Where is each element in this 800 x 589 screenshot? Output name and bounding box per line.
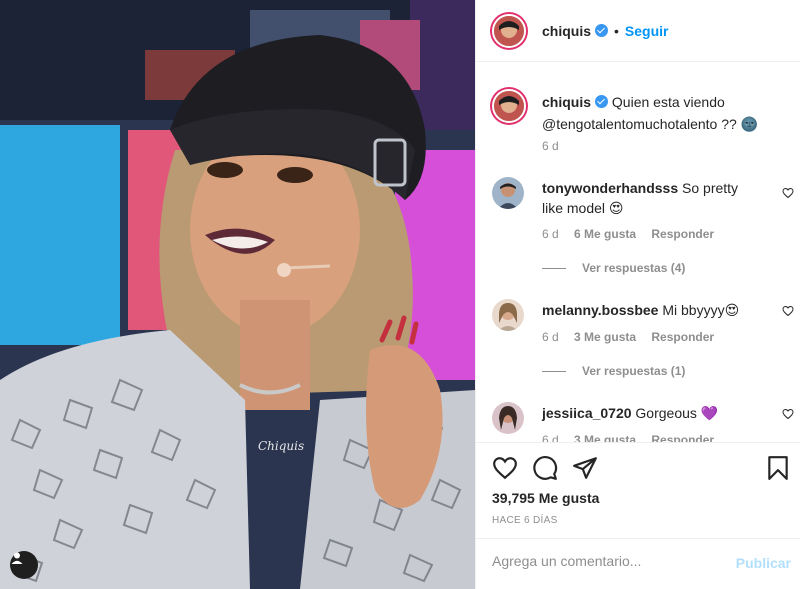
svg-text:Chiquis: Chiquis — [258, 439, 304, 453]
caption-time[interactable]: 6 d — [542, 139, 559, 153]
add-comment-bar: Publicar — [476, 538, 800, 589]
comment-time[interactable]: 6 d — [542, 227, 559, 241]
view-replies-button[interactable]: Ver respuestas (4) — [542, 261, 685, 275]
view-replies-label: Ver respuestas (4) — [582, 261, 686, 275]
heart-icon[interactable] — [492, 455, 518, 481]
caption-avatar-image — [492, 89, 526, 123]
comment-time[interactable]: 6 d — [542, 330, 559, 344]
comment-body: Gorgeous 💜 — [635, 405, 719, 421]
action-icons — [492, 455, 598, 481]
post-actions: 39,795 Me gusta HACE 6 DÍAS — [476, 442, 800, 546]
post-side-panel: chiquis • Seguir chiquis Quien esta vien… — [475, 0, 800, 589]
caption-suffix: ?? 🌚 — [721, 116, 759, 132]
post-timestamp[interactable]: HACE 6 DÍAS — [492, 515, 558, 526]
likes-count[interactable]: 39,795 Me gusta — [492, 490, 599, 506]
comment-username[interactable]: jessiica_0720 — [542, 405, 632, 421]
comment-text: jessiica_0720 Gorgeous 💜 — [542, 403, 762, 423]
separator-dot: • — [614, 22, 619, 39]
publish-button[interactable]: Publicar — [736, 555, 791, 571]
comment-like-heart-icon[interactable] — [782, 407, 794, 423]
comment-likes[interactable]: 3 Me gusta — [574, 433, 636, 442]
share-icon[interactable] — [572, 455, 598, 481]
comment-meta: 6 d 3 Me gusta Responder — [542, 330, 726, 344]
follow-button[interactable]: Seguir — [625, 23, 669, 39]
comment-text: tonywonderhandsss So pretty like model 😍 — [542, 178, 762, 218]
author-username[interactable]: chiquis — [542, 23, 591, 39]
caption-body: Quien esta viendo — [611, 94, 725, 110]
author-avatar-image — [492, 13, 526, 48]
caption-username[interactable]: chiquis — [542, 94, 591, 110]
photo-illustration: Chiquis — [0, 0, 475, 589]
verified-badge-icon — [595, 24, 609, 37]
reply-button[interactable]: Responder — [651, 433, 714, 442]
comment-meta: 6 d 6 Me gusta Responder — [542, 227, 726, 241]
comment-username[interactable]: tonywonderhandsss — [542, 180, 678, 196]
caption-avatar[interactable] — [490, 87, 528, 125]
reply-button[interactable]: Responder — [651, 330, 714, 344]
comment-time[interactable]: 6 d — [542, 433, 559, 442]
view-replies-label: Ver respuestas (1) — [582, 364, 686, 378]
post-header: chiquis • Seguir — [476, 0, 800, 62]
comment-text: melanny.bossbee Mi bbyyyy😍 — [542, 300, 762, 320]
commenter-avatar[interactable] — [492, 402, 524, 434]
caption-mention[interactable]: @tengotalentomuchotalento — [542, 116, 717, 132]
post-photo[interactable]: Chiquis — [0, 0, 475, 589]
user-tag-icon[interactable] — [10, 551, 38, 579]
replies-divider — [542, 370, 566, 372]
comment-like-heart-icon[interactable] — [782, 186, 794, 202]
reply-button[interactable]: Responder — [651, 227, 714, 241]
commenter-avatar[interactable] — [492, 177, 524, 209]
comments-section[interactable]: chiquis Quien esta viendo @tengotalentom… — [476, 63, 800, 442]
commenter-avatar[interactable] — [492, 299, 524, 331]
instagram-post-view: Chiquis chiquis • Seguir chiquis Quien e… — [0, 0, 800, 589]
comment-input[interactable] — [492, 553, 722, 569]
verified-badge-icon — [595, 95, 609, 108]
comment-icon[interactable] — [532, 455, 558, 481]
comment-likes[interactable]: 3 Me gusta — [574, 330, 636, 344]
comment-likes[interactable]: 6 Me gusta — [574, 227, 636, 241]
bookmark-icon[interactable] — [765, 455, 791, 481]
replies-divider — [542, 267, 566, 269]
comment-body: Mi bbyyyy😍 — [662, 302, 740, 318]
caption-text: chiquis Quien esta viendo @tengotalentom… — [542, 91, 792, 135]
comment-meta: 6 d 3 Me gusta Responder — [542, 433, 726, 442]
comment-like-heart-icon[interactable] — [782, 304, 794, 320]
view-replies-button[interactable]: Ver respuestas (1) — [542, 364, 685, 378]
comment-username[interactable]: melanny.bossbee — [542, 302, 658, 318]
caption-meta: 6 d — [542, 139, 571, 153]
author-avatar[interactable] — [490, 11, 528, 50]
